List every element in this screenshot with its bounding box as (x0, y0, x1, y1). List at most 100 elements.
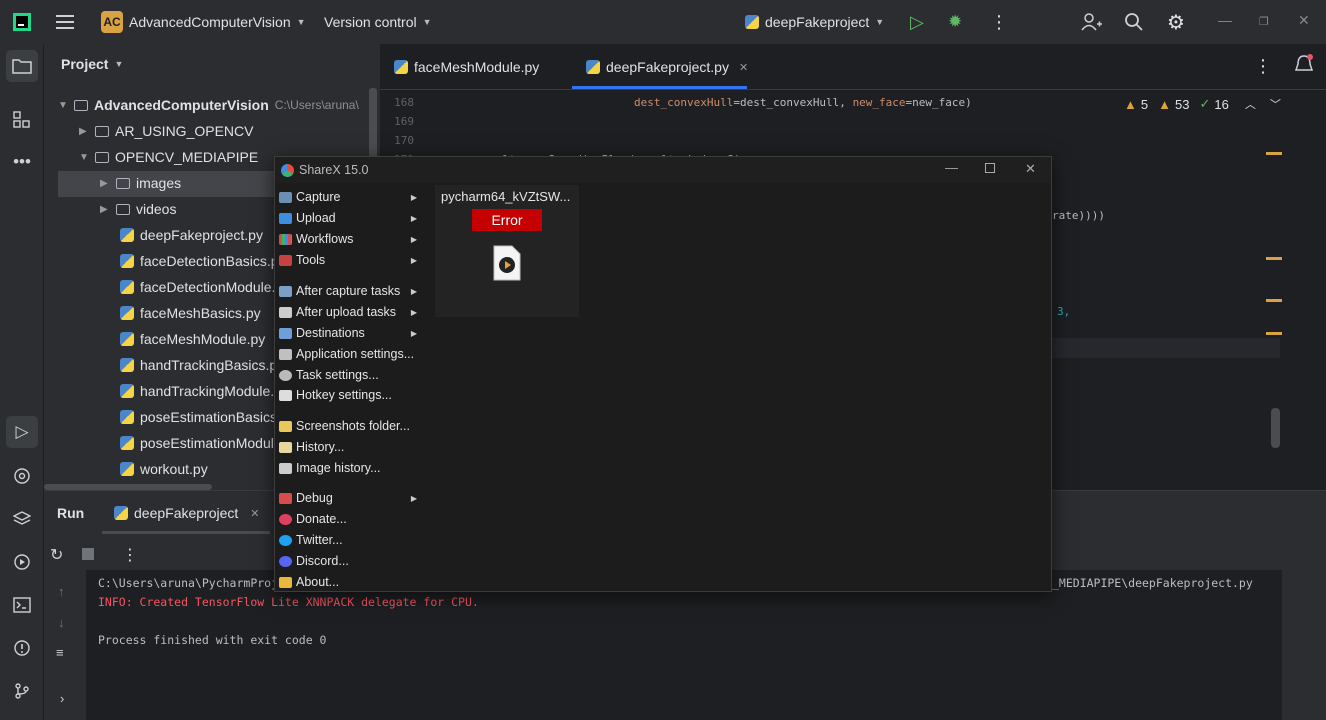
close-tab-icon[interactable]: ✕ (250, 507, 259, 520)
inspection-widget[interactable]: ▲ 5 ▲ 53 ✓ 16 ︿ ﹀ (1124, 96, 1281, 112)
tree-file[interactable]: deepFakeproject.py (120, 223, 263, 247)
services-icon[interactable] (6, 546, 38, 578)
tree-file[interactable]: handTrackingBasics.py (120, 353, 284, 377)
scroll-marker[interactable] (1266, 257, 1282, 260)
tab-deepfakeproject[interactable]: deepFakeproject.py ✕ (586, 44, 748, 90)
minimize-icon[interactable]: — (945, 160, 958, 175)
tree-label: OPENCV_MEDIAPIPE (115, 149, 259, 165)
tree-label: deepFakeproject.py (140, 227, 263, 243)
scroll-marker[interactable] (1266, 332, 1282, 335)
problems-icon[interactable] (6, 632, 38, 664)
tree-item[interactable]: ▼ OPENCV_MEDIAPIPE (79, 145, 258, 169)
tree-file[interactable]: poseEstimationBasics.py (120, 405, 296, 429)
menu-after-upload-tasks[interactable]: After upload tasks ▶ (279, 302, 417, 322)
close-tab-icon[interactable]: ✕ (739, 61, 748, 74)
tree-item[interactable]: ▶ images (100, 171, 181, 195)
expand-icon[interactable]: › (60, 691, 64, 706)
chevron-down-icon[interactable]: ﹀ (1270, 96, 1281, 112)
menu-twitter[interactable]: Twitter... (279, 530, 417, 550)
tree-label: handTrackingModule.py (140, 383, 289, 399)
tree-file[interactable]: faceMeshModule.py (120, 327, 265, 351)
more-tools-icon[interactable]: ••• (6, 146, 38, 178)
tree-item[interactable]: ▶ AR_USING_OPENCV (79, 119, 253, 143)
tree-file[interactable]: handTrackingModule.py (120, 379, 289, 403)
menu-about[interactable]: About... (279, 572, 417, 592)
project-panel-title[interactable]: Project ▼ (61, 56, 123, 72)
menu-discord[interactable]: Discord... (279, 551, 417, 571)
project-switcher[interactable]: AC AdvancedComputerVision ▼ (101, 0, 306, 44)
collapse-arrow-icon: ▶ (100, 177, 108, 189)
editor-scrollbar[interactable] (1271, 408, 1280, 448)
pycharm-logo-icon[interactable] (12, 0, 32, 44)
python-file-icon (120, 410, 134, 424)
close-icon[interactable]: ✕ (1025, 161, 1036, 177)
rerun-icon[interactable]: ↻ (50, 545, 63, 565)
restore-icon[interactable]: ❐ (1259, 15, 1269, 28)
run-icon[interactable]: ▷ (910, 0, 924, 44)
python-console-icon[interactable] (6, 460, 38, 492)
maximize-icon[interactable] (985, 163, 995, 173)
python-file-icon (120, 436, 134, 450)
search-icon[interactable] (1124, 0, 1144, 44)
main-menu-icon[interactable] (56, 0, 76, 44)
menu-upload[interactable]: Upload ▶ (279, 208, 417, 228)
menu-screenshots-folder[interactable]: Screenshots folder... (279, 416, 417, 436)
tree-file[interactable]: faceMeshBasics.py (120, 301, 261, 325)
menu-label: Discord... (296, 554, 349, 568)
run-more-icon[interactable]: ⋮ (122, 545, 138, 565)
vcs-menu[interactable]: Version control ▼ (324, 0, 432, 44)
minimize-icon[interactable]: — (1218, 12, 1232, 28)
settings-gear-icon[interactable]: ⚙ (1167, 0, 1185, 44)
soft-wrap-icon[interactable]: ≡ (56, 645, 64, 660)
git-icon[interactable] (6, 675, 38, 707)
menu-application-settings[interactable]: Application settings... (279, 344, 417, 364)
menu-debug[interactable]: Debug ▶ (279, 488, 417, 508)
menu-hotkey-settings[interactable]: Hotkey settings... (279, 385, 417, 405)
tree-root[interactable]: ▼ AdvancedComputerVision C:\Users\aruna\ (58, 93, 359, 117)
editor-more-icon[interactable]: ⋮ (1254, 56, 1272, 77)
scroll-down-icon[interactable]: ↓ (58, 615, 65, 630)
menu-after-capture-tasks[interactable]: After capture tasks ▶ (279, 281, 417, 301)
terminal-icon[interactable] (6, 589, 38, 621)
tree-item[interactable]: ▶ videos (100, 197, 176, 221)
tree-label: poseEstimationBasics.py (140, 409, 296, 425)
scroll-marker[interactable] (1266, 152, 1282, 155)
stop-icon[interactable] (82, 548, 94, 560)
menu-image-history[interactable]: Image history... (279, 458, 417, 478)
menu-capture[interactable]: Capture ▶ (279, 187, 417, 207)
menu-donate[interactable]: Donate... (279, 509, 417, 529)
run-config-name: deepFakeproject (765, 14, 870, 30)
menu-destinations[interactable]: Destinations ▶ (279, 323, 417, 343)
menu-workflows[interactable]: Workflows ▶ (279, 229, 417, 249)
task-thumbnail[interactable]: pycharm64_kVZtSW... Error (435, 185, 579, 317)
tab-label: deepFakeproject.py (606, 59, 729, 75)
sharex-menu: Capture ▶ Upload ▶ Workflows ▶ Tools ▶ After… (275, 183, 421, 593)
run-config-selector[interactable]: deepFakeproject ▼ (745, 0, 884, 44)
project-folder-icon[interactable] (6, 50, 38, 82)
scroll-marker[interactable] (1266, 299, 1282, 302)
menu-tools[interactable]: Tools ▶ (279, 250, 417, 270)
collapse-arrow-icon: ▶ (79, 125, 87, 137)
layers-icon[interactable] (6, 503, 38, 535)
close-icon[interactable]: ✕ (1298, 12, 1310, 29)
structure-icon[interactable] (6, 104, 38, 136)
tab-facemeshmodule[interactable]: faceMeshModule.py (394, 44, 539, 90)
code-line-168: dest_convexHull=dest_convexHull, new_fac… (634, 96, 972, 109)
add-user-icon[interactable] (1080, 0, 1102, 44)
python-file-icon (120, 280, 134, 294)
more-icon[interactable]: ⋮ (990, 0, 1008, 44)
task-status-badge: Error (472, 209, 542, 231)
menu-history[interactable]: History... (279, 437, 417, 457)
debug-icon[interactable]: ✹ (948, 0, 962, 44)
run-tab-deepfakeproject[interactable]: deepFakeproject ✕ (114, 505, 260, 521)
tree-file[interactable]: workout.py (120, 457, 208, 481)
active-tab-underline (572, 86, 747, 89)
run-tool-icon[interactable]: ▷ (6, 416, 38, 448)
console-output[interactable]: C:\Users\aruna\PycharmProj _MEDIAPIPE\de… (86, 570, 1282, 720)
tree-file[interactable]: faceDetectionBasics.py (120, 249, 286, 273)
tree-file[interactable]: faceDetectionModule.py (120, 275, 290, 299)
chevron-up-icon[interactable]: ︿ (1245, 96, 1256, 112)
scroll-up-icon[interactable]: ↑ (58, 584, 65, 599)
notifications-bell-icon[interactable] (1294, 54, 1314, 81)
menu-task-settings[interactable]: Task settings... (279, 365, 417, 385)
